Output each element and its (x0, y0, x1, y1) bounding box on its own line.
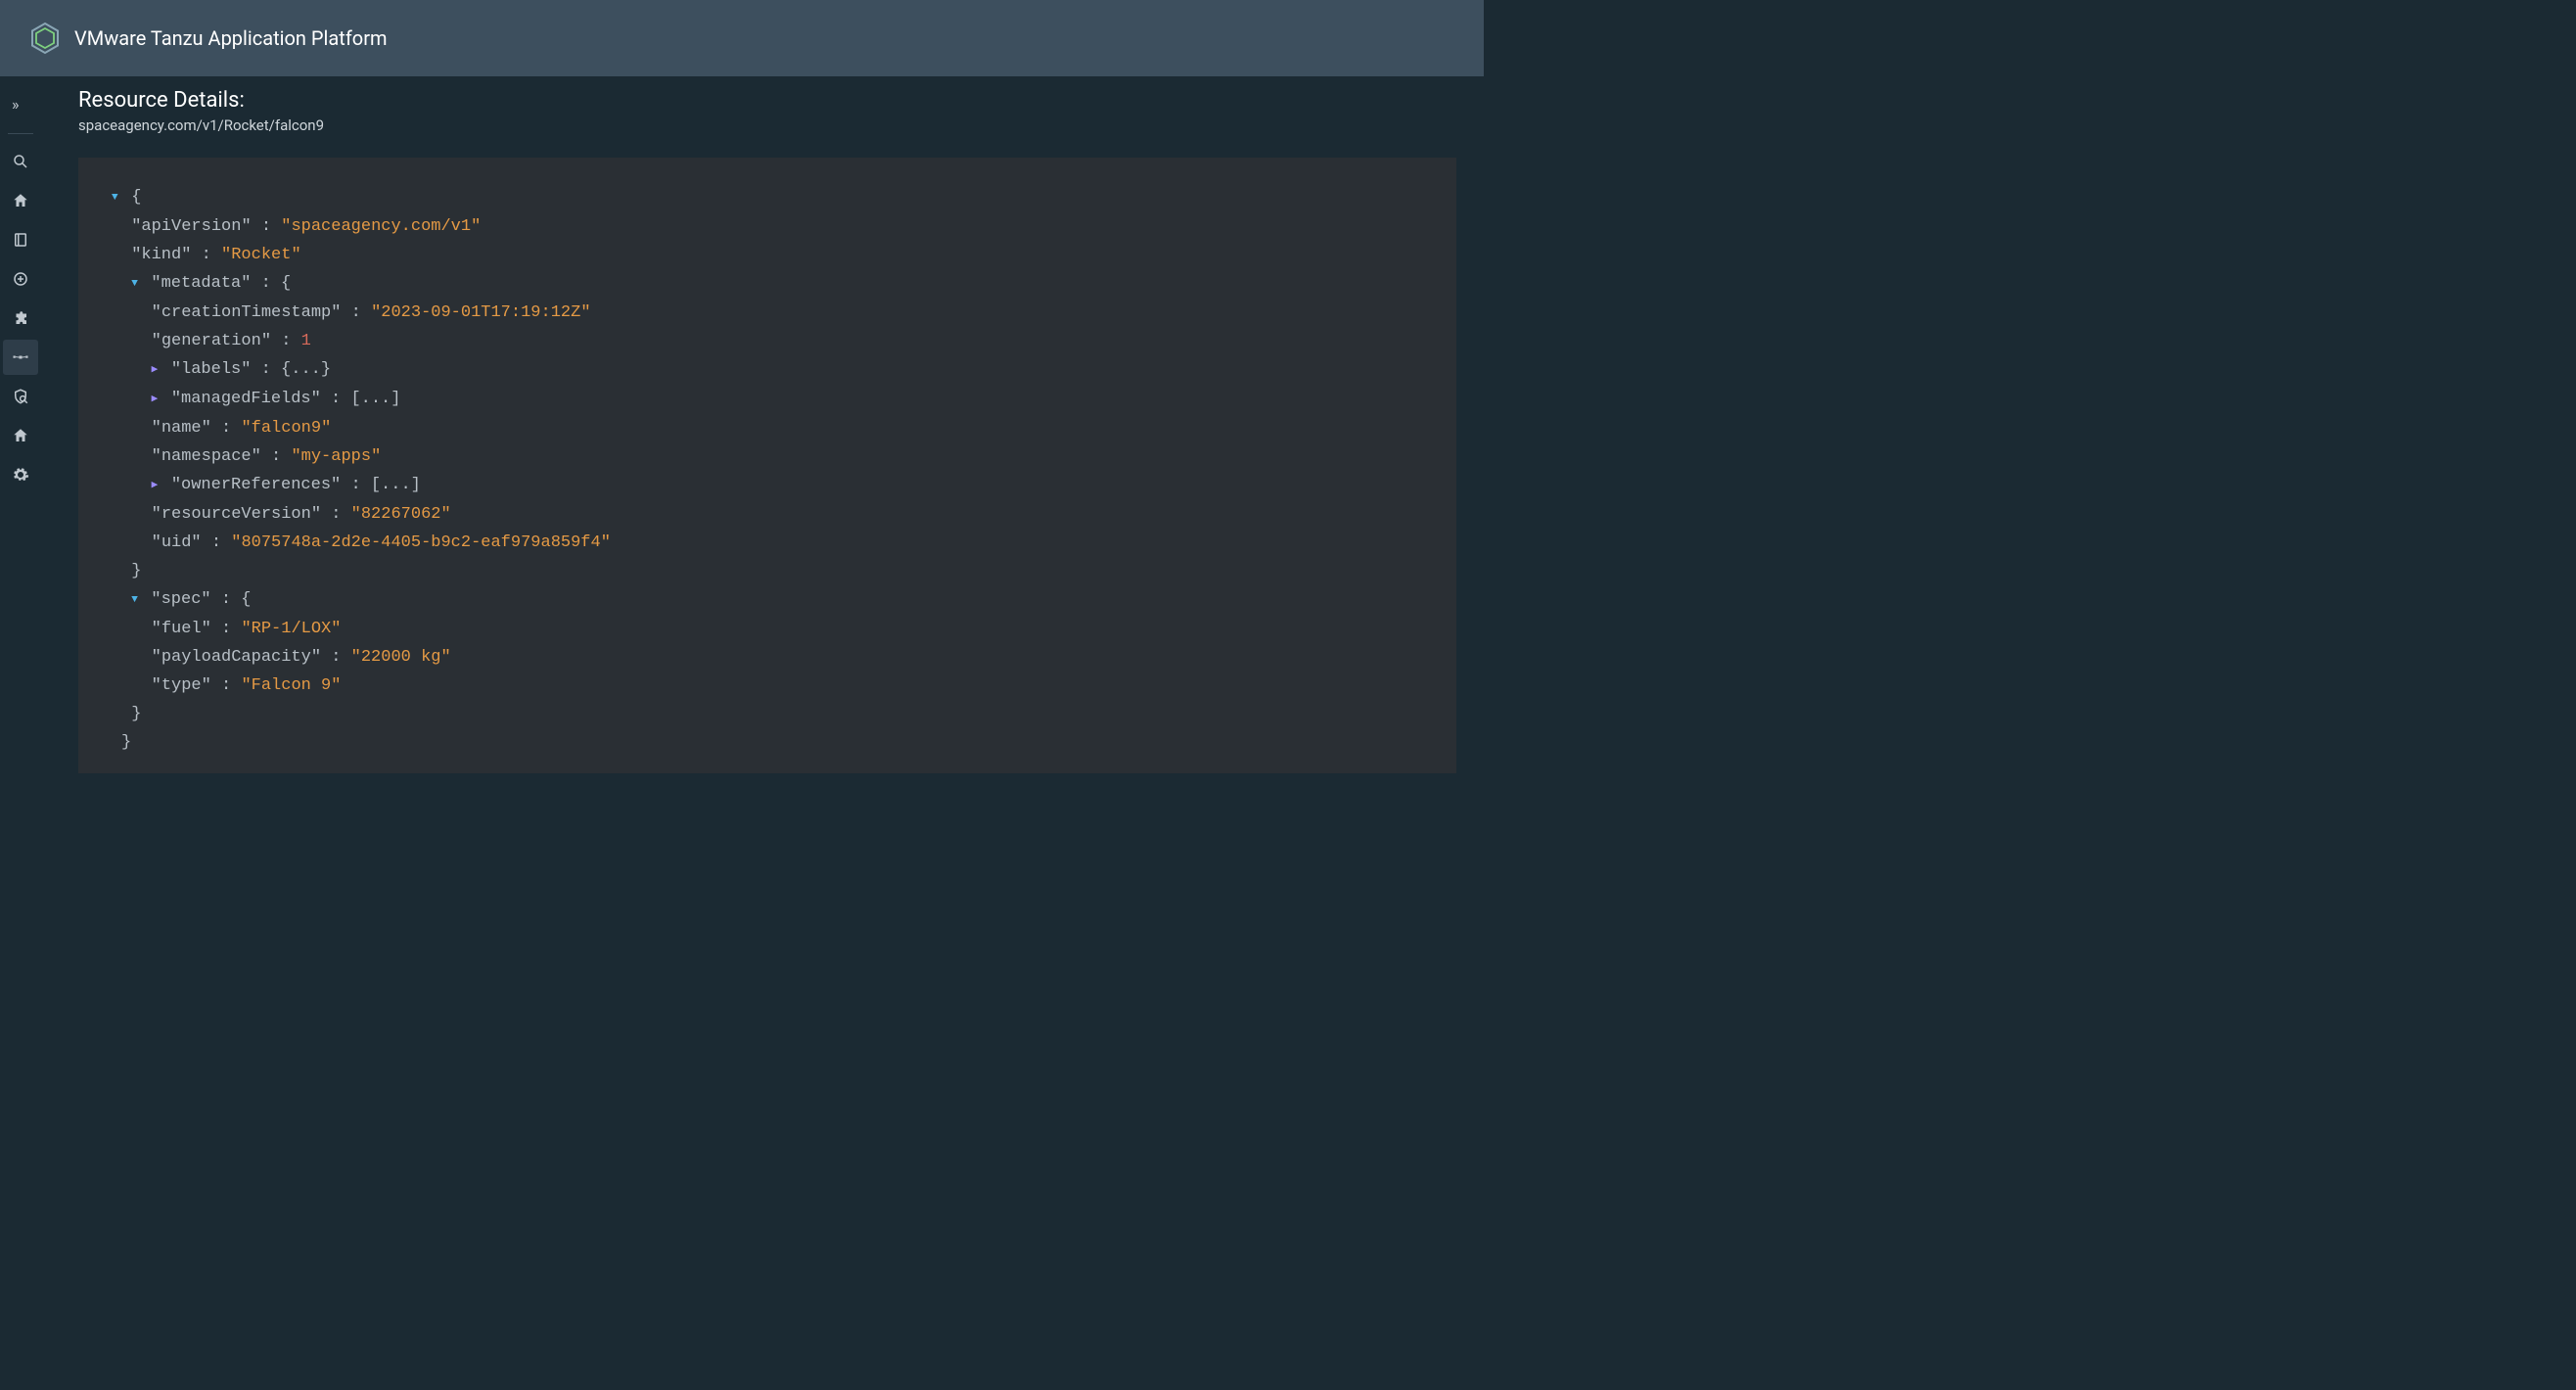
collapse-toggle-icon[interactable]: ▼ (112, 184, 121, 212)
app-title: VMware Tanzu Application Platform (74, 26, 388, 50)
json-row-apiVersion: "apiVersion" : "spaceagency.com/v1" (112, 212, 1423, 241)
sidebar-item-search[interactable] (3, 144, 38, 179)
json-close-metadata: } (112, 557, 1423, 585)
json-row-name: "name" : "falcon9" (112, 414, 1423, 442)
gear-icon (12, 466, 29, 484)
page-subtitle: spaceagency.com/v1/Rocket/falcon9 (78, 116, 1456, 134)
sidebar-item-create[interactable] (3, 261, 38, 297)
tanzu-logo-icon (27, 21, 63, 56)
home-icon (12, 427, 29, 444)
cluster-icon (12, 348, 29, 366)
json-row-metadata: ▼ "metadata" : { (112, 269, 1423, 299)
sidebar-item-settings[interactable] (3, 457, 38, 492)
book-icon (12, 231, 29, 249)
json-close-spec: } (112, 700, 1423, 728)
plus-circle-icon (12, 270, 29, 288)
json-row-ownerReferences: ▶ "ownerReferences" : [...] (112, 471, 1423, 500)
json-row-spec: ▼ "spec" : { (112, 585, 1423, 615)
sidebar-item-catalog[interactable] (3, 222, 38, 257)
collapse-toggle-icon[interactable]: ▼ (131, 270, 141, 299)
expand-toggle-icon[interactable]: ▶ (152, 472, 161, 500)
sidebar-item-resources[interactable] (3, 340, 38, 375)
app-header: VMware Tanzu Application Platform (0, 0, 1484, 76)
main-content: Resource Details: spaceagency.com/v1/Roc… (41, 76, 1484, 801)
json-row-managedFields: ▶ "managedFields" : [...] (112, 385, 1423, 414)
sidebar-item-home[interactable] (3, 183, 38, 218)
shield-search-icon (12, 388, 29, 405)
json-row-namespace: "namespace" : "my-apps" (112, 442, 1423, 471)
expand-toggle-icon[interactable]: ▶ (152, 386, 161, 414)
json-row-type: "type" : "Falcon 9" (112, 672, 1423, 700)
json-row-kind: "kind" : "Rocket" (112, 241, 1423, 269)
chevron-right-double-icon: » (12, 97, 29, 115)
sidebar-item-plugins[interactable] (3, 301, 38, 336)
json-open-root: ▼ { (112, 183, 1423, 212)
json-viewer: ▼ { "apiVersion" : "spaceagency.com/v1" … (78, 158, 1456, 773)
json-row-generation: "generation" : 1 (112, 327, 1423, 355)
page-title: Resource Details: (78, 88, 1456, 113)
json-row-resourceVersion: "resourceVersion" : "82267062" (112, 500, 1423, 529)
json-row-fuel: "fuel" : "RP-1/LOX" (112, 615, 1423, 643)
sidebar-item-security[interactable] (3, 379, 38, 414)
sidebar: » (0, 76, 41, 801)
sidebar-divider (8, 133, 33, 134)
json-row-labels: ▶ "labels" : {...} (112, 355, 1423, 385)
json-row-payloadCapacity: "payloadCapacity" : "22000 kg" (112, 643, 1423, 672)
json-row-creationTimestamp: "creationTimestamp" : "2023-09-01T17:19:… (112, 299, 1423, 327)
search-icon (12, 153, 29, 170)
puzzle-icon (12, 309, 29, 327)
json-close-root: } (112, 728, 1423, 757)
sidebar-item-home2[interactable] (3, 418, 38, 453)
main-layout: » Resource Details: s (0, 76, 1484, 801)
collapse-toggle-icon[interactable]: ▼ (131, 586, 141, 615)
expand-toggle-icon[interactable]: ▶ (152, 356, 161, 385)
sidebar-expand-button[interactable]: » (3, 88, 38, 123)
json-row-uid: "uid" : "8075748a-2d2e-4405-b9c2-eaf979a… (112, 529, 1423, 557)
home-icon (12, 192, 29, 209)
